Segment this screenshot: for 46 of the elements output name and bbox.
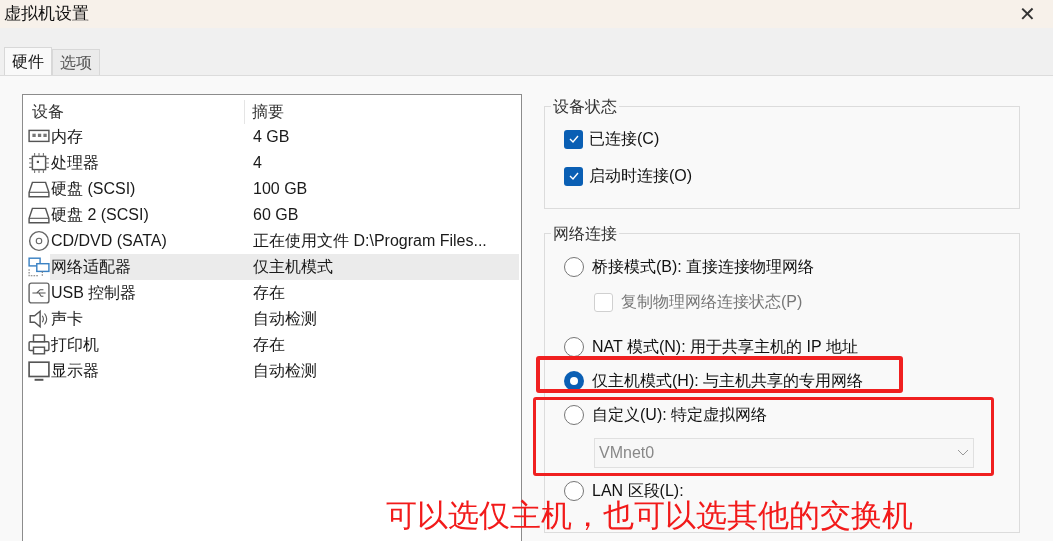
device-row[interactable]: 打印机 存在 (50, 332, 519, 358)
table-cell-text: 硬盘 2 (SCSI) (50, 205, 150, 225)
device-row[interactable]: 硬盘 2 (SCSI) 60 GB (50, 202, 519, 228)
device-row[interactable]: 处理器 4 (50, 150, 519, 176)
table-cell-text: 60 GB (252, 205, 299, 225)
table-cell-text: 内存 (50, 127, 84, 147)
dropdown-value: VMnet0 (599, 443, 655, 463)
window-title: 虚拟机设置 (4, 3, 89, 26)
annotation-text: 可以选仅主机，也可以选其他的交换机 (386, 498, 913, 534)
table-cell-text: 仅主机模式 (252, 257, 333, 277)
table-cell-text: 自动检测 (252, 361, 317, 381)
radio-label: 自定义(U): 特定虚拟网络 (592, 405, 768, 425)
device-row[interactable]: 声卡 自动检测 (50, 306, 519, 332)
table-cell-text: 硬盘 (SCSI) (50, 179, 137, 199)
radio-label: LAN 区段(L): (592, 481, 684, 500)
table-cell-text: 显示器 (50, 361, 100, 381)
table-cell-text: 正在使用文件 D:\Program Files... (252, 231, 487, 251)
tab[interactable]: 选项 (52, 49, 100, 75)
column-header: 设备 (27, 99, 245, 124)
table-cell-text: USB 控制器 (50, 283, 138, 303)
table-cell-text: 存在 (252, 283, 285, 303)
table-cell-text: 100 GB (252, 179, 308, 199)
checkbox-label: 复制物理网络连接状态(P) (621, 292, 803, 312)
checkbox-label: 启动时连接(O) (589, 166, 693, 186)
radio-label: 桥接模式(B): 直接连接物理网络 (592, 257, 815, 277)
table-cell-text: CD/DVD (SATA) (50, 231, 168, 251)
table-cell-text: 自动检测 (252, 309, 317, 329)
table-cell-text: 网络适配器 (50, 257, 132, 277)
table-cell-text: 4 (252, 153, 262, 173)
table-cell-text: 存在 (252, 335, 285, 355)
device-row[interactable]: USB 控制器 存在 (50, 280, 519, 306)
device-row[interactable]: 内存 4 GB (50, 124, 519, 150)
device-row[interactable]: CD/DVD (SATA) 正在使用文件 D:\Program Files... (50, 228, 519, 254)
table-cell-text: 声卡 (50, 309, 84, 329)
table-cell-text: 打印机 (50, 335, 100, 355)
checkbox-label: 已连接(C) (589, 129, 660, 149)
device-row[interactable]: 显示器 自动检测 (50, 358, 519, 384)
column-header: 摘要 (251, 101, 284, 122)
device-row[interactable]: 硬盘 (SCSI) 100 GB (50, 176, 519, 202)
radio-label: NAT 模式(N): 用于共享主机的 IP 地址 (592, 337, 858, 357)
tab[interactable]: 硬件 (4, 47, 52, 75)
close-button[interactable]: ✕ (1015, 2, 1039, 26)
table-cell-text: 4 GB (252, 127, 290, 147)
device-row[interactable]: 网络适配器 仅主机模式 (50, 254, 519, 280)
table-cell-text: 处理器 (50, 153, 100, 173)
radio-label: 仅主机模式(H): 与主机共享的专用网络 (592, 371, 864, 391)
